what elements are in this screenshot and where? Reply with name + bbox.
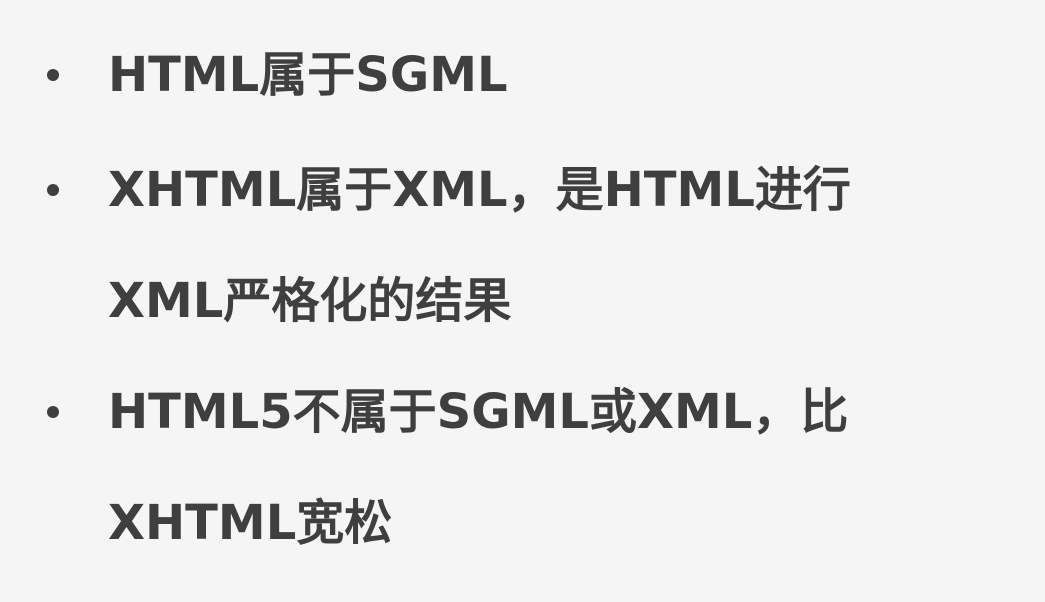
bullet-line: XHTML宽松	[108, 495, 393, 551]
bullet-line: XHTML属于XML，是HTML进行	[108, 162, 851, 218]
bullet-point-icon	[47, 69, 59, 81]
presentation-slide: HTML属于SGML XHTML属于XML，是HTML进行 XML严格化的结果 …	[0, 0, 1045, 585]
bullet-text: HTML属于SGML	[108, 43, 948, 154]
bullet-point-icon	[47, 406, 59, 418]
bullet-text: XHTML属于XML，是HTML进行 XML严格化的结果	[108, 158, 948, 380]
bullet-line: HTML属于SGML	[108, 47, 508, 103]
bullet-point-icon	[47, 184, 59, 196]
bullet-line: XML严格化的结果	[108, 273, 512, 329]
bullet-line: HTML5不属于SGML或XML，比	[108, 384, 849, 440]
bullet-text: HTML5不属于SGML或XML，比 XHTML宽松	[108, 380, 948, 602]
